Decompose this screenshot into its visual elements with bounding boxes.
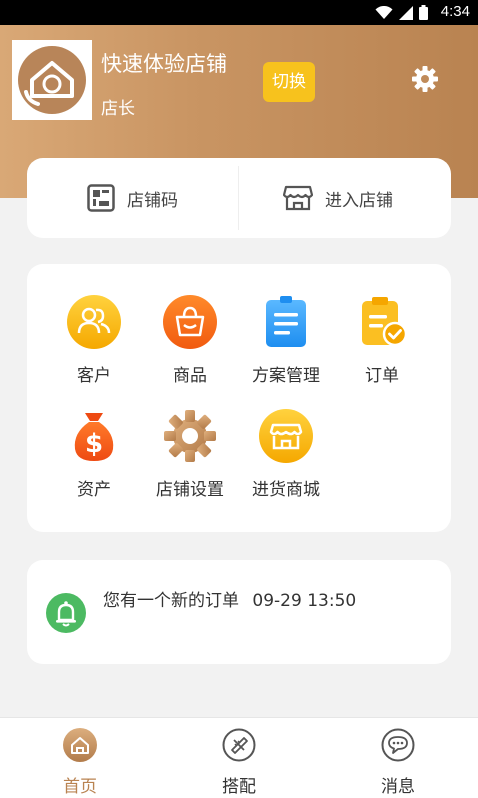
enter-shop-label: 进入店铺 bbox=[325, 190, 393, 211]
settings-gear-icon[interactable] bbox=[410, 64, 440, 94]
bell-icon bbox=[46, 593, 86, 633]
grid-item-plan-management[interactable]: 方案管理 bbox=[236, 295, 336, 386]
camera-house-icon bbox=[24, 61, 74, 106]
grid-item-label: 客户 bbox=[77, 366, 111, 386]
feature-grid-card: 客户 商品 方案管理 订单 $ 资产 店铺设置 进货商城 bbox=[27, 264, 451, 532]
grid-item-orders[interactable]: 订单 bbox=[332, 295, 432, 386]
grid-item-label: 店铺设置 bbox=[156, 480, 224, 500]
gear-icon bbox=[164, 410, 216, 462]
battery-icon bbox=[419, 5, 428, 20]
order-notice-card[interactable]: 您有一个新的订单 09-29 13:50 bbox=[27, 560, 451, 664]
shopping-bag-icon bbox=[163, 295, 217, 349]
enter-shop-button[interactable]: 进入店铺 bbox=[283, 158, 393, 238]
tab-home[interactable]: 首页 bbox=[30, 718, 130, 798]
storefront-icon bbox=[283, 185, 313, 211]
notice-time: 09-29 13:50 bbox=[252, 591, 357, 611]
tab-messages-label: 消息 bbox=[381, 777, 415, 797]
grid-item-label: 进货商城 bbox=[252, 480, 320, 500]
home-icon bbox=[63, 728, 97, 762]
grid-item-products[interactable]: 商品 bbox=[140, 295, 240, 386]
signal-icon bbox=[399, 6, 413, 20]
shop-qr-code-button[interactable]: 店铺码 bbox=[87, 158, 178, 238]
tab-home-label: 首页 bbox=[63, 777, 97, 797]
shop-qr-code-label: 店铺码 bbox=[127, 190, 178, 211]
shop-name: 快速体验店铺 bbox=[101, 52, 227, 76]
switch-shop-button[interactable]: 切换 bbox=[263, 62, 315, 102]
logo-emblem bbox=[18, 46, 86, 114]
clock: 4:34 bbox=[440, 3, 470, 20]
store-icon bbox=[259, 409, 313, 463]
grid-item-label: 方案管理 bbox=[252, 366, 320, 386]
notice-message: 您有一个新的订单 09-29 13:50 bbox=[103, 586, 356, 611]
document-list-icon bbox=[266, 296, 306, 347]
grid-item-shop-settings[interactable]: 店铺设置 bbox=[140, 409, 240, 500]
divider bbox=[238, 166, 239, 230]
match-icon bbox=[222, 728, 256, 762]
wifi-icon bbox=[375, 6, 393, 19]
grid-item-label: 订单 bbox=[365, 366, 399, 386]
status-bar: 4:34 bbox=[0, 0, 478, 25]
user-role: 店长 bbox=[101, 99, 135, 119]
grid-item-assets[interactable]: $ 资产 bbox=[44, 409, 144, 500]
customers-icon bbox=[67, 295, 121, 349]
quick-actions-card: 店铺码 进入店铺 bbox=[27, 158, 451, 238]
notice-text: 您有一个新的订单 bbox=[103, 591, 239, 611]
tab-match-label: 搭配 bbox=[222, 777, 256, 797]
grid-item-customers[interactable]: 客户 bbox=[44, 295, 144, 386]
qr-code-icon bbox=[87, 184, 115, 212]
bottom-tab-bar: 首页 搭配 消息 bbox=[0, 717, 478, 798]
tab-messages[interactable]: 消息 bbox=[348, 718, 448, 798]
grid-item-label: 资产 bbox=[77, 480, 111, 500]
system-icons bbox=[375, 5, 428, 20]
money-bag-icon: $ bbox=[74, 413, 114, 461]
clipboard-check-icon bbox=[362, 297, 408, 347]
shop-logo[interactable] bbox=[12, 40, 92, 120]
grid-item-label: 商品 bbox=[173, 366, 207, 386]
svg-text:$: $ bbox=[85, 429, 103, 459]
chat-bubble-icon bbox=[381, 728, 415, 762]
tab-match[interactable]: 搭配 bbox=[189, 718, 289, 798]
grid-item-wholesale-mall[interactable]: 进货商城 bbox=[236, 409, 336, 500]
